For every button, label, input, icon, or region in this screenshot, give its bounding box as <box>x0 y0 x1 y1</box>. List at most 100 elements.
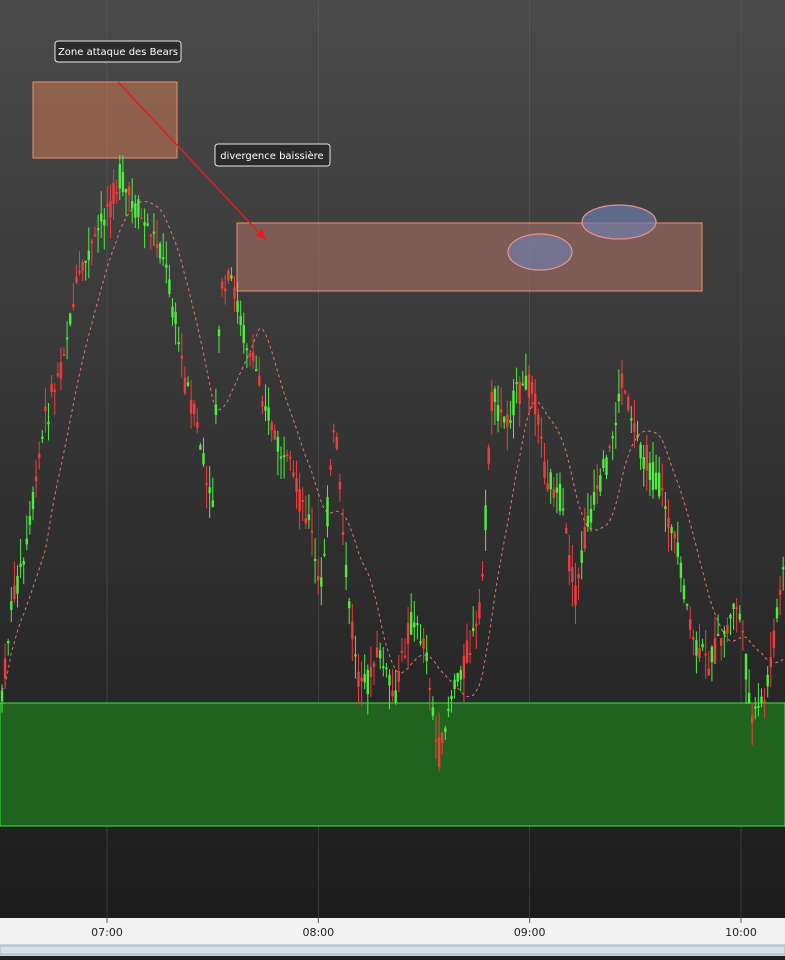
candle-body <box>447 708 450 711</box>
candle-body <box>630 418 633 421</box>
candle-body <box>289 456 292 459</box>
candle-body <box>735 607 738 610</box>
candle-body <box>611 436 614 439</box>
candle-body <box>676 542 679 558</box>
candle-body <box>586 515 590 527</box>
candle-body <box>487 447 490 464</box>
candle-body <box>410 612 413 635</box>
candle-body <box>723 630 726 635</box>
candle-body <box>335 436 338 449</box>
candle-body <box>661 488 664 491</box>
candle-body <box>103 219 106 226</box>
candle-body <box>56 373 59 376</box>
candle-body <box>3 658 7 679</box>
candle-body <box>434 739 438 742</box>
candle-body <box>605 457 608 476</box>
candle-body <box>100 213 103 222</box>
price-chart[interactable]: Zone attaque des Bears divergence baissi… <box>0 0 785 956</box>
candle-body <box>295 478 298 492</box>
candle-body <box>44 406 47 412</box>
candle-body <box>286 454 289 457</box>
candle-body <box>673 531 676 539</box>
candle-body <box>258 375 261 385</box>
candle-body <box>348 601 351 609</box>
candle-body <box>571 567 574 583</box>
candle-body <box>561 508 565 511</box>
candle-body <box>747 692 751 704</box>
peak-2 <box>581 204 657 240</box>
candle-body <box>689 619 692 630</box>
candle-body <box>651 462 655 490</box>
candle-body <box>146 223 149 226</box>
candle-body <box>332 430 335 433</box>
candle-body <box>574 585 577 606</box>
candle-body <box>189 400 193 414</box>
candle-body <box>757 705 760 708</box>
candle-body <box>692 636 695 640</box>
candle-body <box>546 483 549 490</box>
candle-body <box>670 527 673 534</box>
candle-body <box>695 640 698 656</box>
candle-body <box>155 243 159 249</box>
candle-body <box>425 652 428 661</box>
candle-body <box>658 472 661 497</box>
candle-body <box>28 516 32 525</box>
candle-body <box>10 601 13 610</box>
candle-body <box>202 453 205 465</box>
candle-body <box>84 260 87 263</box>
scrollbar-thumb[interactable] <box>0 945 785 955</box>
candle-body <box>453 679 456 690</box>
candle-body <box>208 487 211 494</box>
candle-body <box>78 270 81 273</box>
support-zone <box>0 702 785 827</box>
candle-body <box>65 337 69 340</box>
candle-body <box>196 422 199 428</box>
candle-body <box>642 457 645 469</box>
candle-body <box>242 325 245 344</box>
candle-body <box>664 506 667 509</box>
candle-body <box>537 414 540 425</box>
candle-body <box>760 696 763 703</box>
candle-body <box>726 624 729 634</box>
candle-body <box>583 527 586 549</box>
candle-body <box>357 671 360 687</box>
candle-body <box>406 622 410 644</box>
candle-body <box>180 355 183 359</box>
candle-body <box>475 623 478 627</box>
candle-body <box>599 475 602 492</box>
peak-1 <box>507 233 573 271</box>
candle-body <box>273 430 276 440</box>
candle-body <box>143 222 146 226</box>
candle-body <box>19 563 22 567</box>
candle-body <box>109 200 112 218</box>
candle-body <box>782 567 785 570</box>
candle-body <box>682 585 686 600</box>
candle-body <box>298 489 301 512</box>
annotation-zone-bears: Zone attaque des Bears <box>54 40 182 63</box>
candle-body <box>437 736 441 768</box>
candle-body <box>220 281 224 289</box>
candle-body <box>493 388 497 402</box>
candle-body <box>431 707 435 716</box>
candle-body <box>320 577 323 587</box>
candle-body <box>667 517 670 528</box>
candle-body <box>391 690 394 697</box>
candle-body <box>245 348 249 351</box>
candle-body <box>292 472 295 477</box>
candle-body <box>34 476 38 482</box>
candle-body <box>534 393 537 415</box>
candle-body <box>193 403 196 415</box>
candle-body <box>400 650 404 653</box>
candle-body <box>416 623 419 626</box>
candle-body <box>360 677 363 682</box>
candle-body <box>38 453 41 459</box>
candle-body <box>323 553 326 556</box>
candle-body <box>199 445 202 450</box>
candle-body <box>106 203 109 207</box>
candle-body <box>589 508 593 523</box>
candle-body <box>279 456 283 459</box>
candle-body <box>261 401 264 407</box>
candle-body <box>382 666 385 669</box>
candle-body <box>540 436 543 439</box>
candle-body <box>0 690 4 702</box>
